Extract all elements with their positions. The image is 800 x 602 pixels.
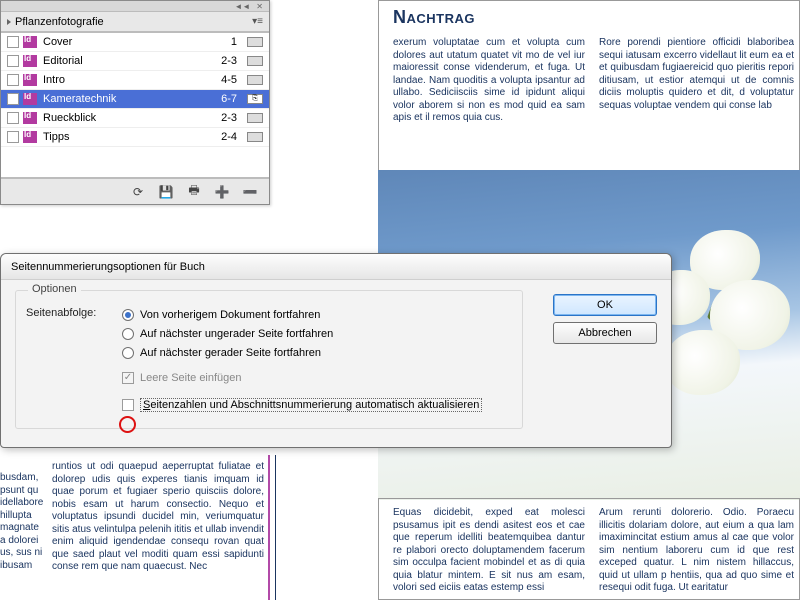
indesign-doc-icon	[23, 74, 37, 86]
collapse-icon[interactable]: ◄◄	[234, 2, 250, 11]
dialog-title: Seitennummerierungsoptionen für Buch	[11, 261, 205, 273]
sync-checkbox[interactable]	[7, 112, 19, 124]
radio-icon	[122, 328, 134, 340]
page-spread: Nachtrag exerum voluptatae cum et volupt…	[378, 0, 800, 178]
radio-next-odd[interactable]: Auf nächster ungerader Seite fortfahren	[122, 324, 512, 343]
sync-checkbox[interactable]	[7, 55, 19, 67]
annotation-circle	[119, 416, 136, 433]
panel-footer: ⟳ 💾 🖶 ➕ ➖	[1, 178, 269, 204]
spread-icon	[247, 75, 263, 85]
panel-controls: ◄◄ ✕	[1, 1, 269, 12]
list-item[interactable]: Tipps2-4	[1, 128, 269, 147]
panel-tab[interactable]: Pflanzenfotografie ▾≡	[1, 12, 269, 32]
text-column: Arum rerunti dolorerio. Odio. Poraecu il…	[599, 507, 794, 597]
list-item[interactable]: Rueckblick2-3	[1, 109, 269, 128]
indesign-doc-icon	[23, 36, 37, 48]
margin-guide	[275, 455, 276, 600]
spread-icon	[247, 113, 263, 123]
indesign-doc-icon	[23, 131, 37, 143]
checkbox-insert-blank: Leere Seite einfügen	[122, 368, 512, 387]
book-document-list: Cover1 Editorial2-3 Intro4-5 Kameratechn…	[1, 32, 269, 178]
add-icon[interactable]: ➕	[215, 186, 229, 198]
dialog-titlebar[interactable]: Seitennummerierungsoptionen für Buch	[1, 254, 671, 280]
options-group: Optionen Seitenabfolge: Von vorherigem D…	[15, 290, 523, 429]
panel-title: Pflanzenfotografie	[15, 16, 104, 28]
page-heading: Nachtrag	[393, 7, 475, 28]
text-column: runtios ut odi quaepud aeperruptat fulia…	[52, 461, 264, 601]
text-column: Rore porendi pientiore officidi blaborib…	[599, 37, 794, 167]
sync-checkbox[interactable]	[7, 131, 19, 143]
remove-icon[interactable]: ➖	[243, 186, 257, 198]
ok-button[interactable]: OK	[553, 294, 657, 316]
page-numbering-dialog: Seitennummerierungsoptionen für Buch Opt…	[0, 253, 672, 448]
indesign-doc-icon	[23, 55, 37, 67]
indesign-doc-icon	[23, 112, 37, 124]
radio-next-even[interactable]: Auf nächster gerader Seite fortfahren	[122, 343, 512, 362]
save-icon[interactable]: 💾	[159, 186, 173, 198]
radio-icon	[122, 347, 134, 359]
open-doc-icon: ⎘	[247, 94, 263, 104]
spread-icon	[247, 37, 263, 47]
list-item[interactable]: Intro4-5	[1, 71, 269, 90]
sync-checkbox[interactable]	[7, 74, 19, 86]
list-item[interactable]: Editorial2-3	[1, 52, 269, 71]
checkbox-icon	[122, 399, 134, 411]
checkbox-icon	[122, 372, 134, 384]
text-column: exerum voluptatae cum et volupta cum dol…	[393, 37, 585, 167]
print-icon[interactable]: 🖶	[187, 186, 201, 198]
page-spread: Equas dicidebit, exped eat molesci psusa…	[378, 498, 800, 600]
text-column: Equas dicidebit, exped eat molesci psusa…	[393, 507, 585, 597]
checkbox-auto-update[interactable]: Seitenzahlen und Abschnittsnummerierung …	[122, 395, 512, 414]
text-column: busdam, psunt qu idellabore hillupta mag…	[0, 472, 48, 602]
panel-menu-icon[interactable]: ▾≡	[252, 16, 263, 27]
sync-checkbox[interactable]	[7, 93, 19, 105]
close-icon[interactable]: ✕	[256, 2, 263, 11]
sync-checkbox[interactable]	[7, 36, 19, 48]
book-panel: ◄◄ ✕ Pflanzenfotografie ▾≡ Cover1 Editor…	[0, 0, 270, 205]
list-item[interactable]: Cover1	[1, 33, 269, 52]
group-label: Optionen	[28, 283, 81, 295]
list-item-selected[interactable]: Kameratechnik6-7⎘	[1, 90, 269, 109]
indesign-doc-icon	[23, 93, 37, 105]
margin-guide	[268, 455, 270, 600]
page-order-label: Seitenabfolge:	[26, 305, 122, 362]
radio-icon	[122, 309, 134, 321]
sync-icon[interactable]: ⟳	[131, 186, 145, 198]
spread-icon	[247, 132, 263, 142]
radio-continue-previous[interactable]: Von vorherigem Dokument fortfahren	[122, 305, 512, 324]
spread-icon	[247, 56, 263, 66]
cancel-button[interactable]: Abbrechen	[553, 322, 657, 344]
